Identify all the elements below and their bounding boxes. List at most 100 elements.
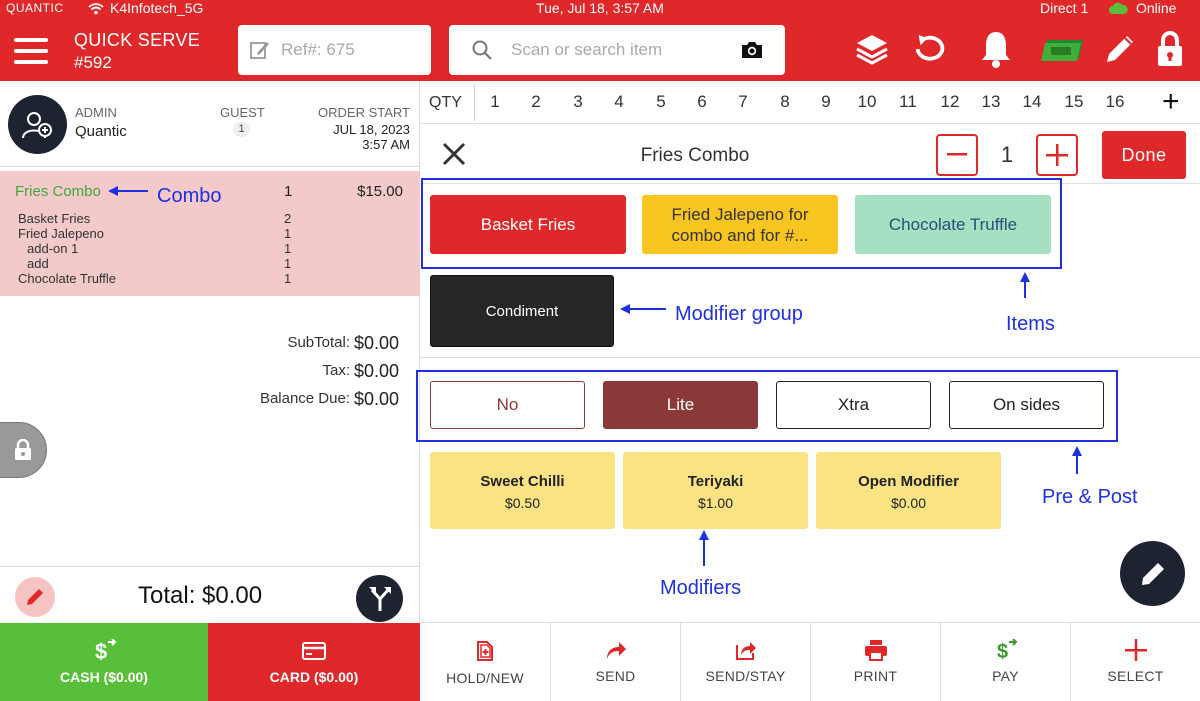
- pre-lite-button[interactable]: Lite: [603, 381, 758, 429]
- qty-option[interactable]: 10: [855, 92, 879, 112]
- subitem-qty: 1: [284, 271, 292, 286]
- split-button[interactable]: [356, 575, 403, 622]
- divider: [474, 85, 475, 121]
- subitem-qty: 2: [284, 211, 292, 226]
- cash-drawer-icon[interactable]: [1038, 28, 1088, 70]
- editor-title: Fries Combo: [640, 145, 750, 166]
- refresh-icon[interactable]: [910, 28, 950, 70]
- modifier-sweet-chilli[interactable]: Sweet Chilli $0.50: [430, 452, 615, 529]
- qty-option[interactable]: 5: [649, 92, 673, 112]
- guest-label: GUEST: [220, 105, 265, 120]
- add-user-button[interactable]: [8, 95, 67, 154]
- minus-icon: [947, 153, 967, 156]
- print-button[interactable]: PRINT: [810, 623, 940, 701]
- divider: [0, 566, 420, 567]
- close-icon[interactable]: [440, 140, 468, 168]
- menu-icon[interactable]: [14, 38, 48, 64]
- search-input[interactable]: [511, 40, 731, 60]
- order-start-time: 3:57 AM: [362, 137, 410, 152]
- modifier-price: $1.00: [697, 495, 734, 511]
- qty-option[interactable]: 12: [938, 92, 962, 112]
- pencil-icon[interactable]: [1100, 28, 1140, 70]
- select-button[interactable]: SELECT: [1070, 623, 1200, 701]
- qty-option[interactable]: 1: [483, 92, 507, 112]
- modifier-teriyaki[interactable]: Teriyaki $1.00: [623, 452, 808, 529]
- qty-option[interactable]: 7: [731, 92, 755, 112]
- subitem-qty: 1: [284, 226, 292, 241]
- increase-button[interactable]: [1036, 134, 1078, 176]
- qty-more-button[interactable]: +: [1162, 87, 1180, 117]
- hold-new-button[interactable]: HOLD/NEW: [420, 623, 550, 701]
- qty-option[interactable]: 15: [1062, 92, 1086, 112]
- add-user-icon: [21, 111, 52, 138]
- annotation-items: Items: [1006, 313, 1055, 335]
- edit-fab-button[interactable]: [1120, 541, 1185, 606]
- guest-count[interactable]: 1: [233, 122, 250, 137]
- tax-label: Tax:: [322, 362, 350, 379]
- lock-tab[interactable]: [0, 422, 47, 478]
- subitem-name: add: [27, 256, 49, 271]
- search-field[interactable]: [449, 25, 785, 75]
- top-bar: QUANTIC K4Infotech_5G Tue, Jul 18, 3:57 …: [0, 0, 1200, 81]
- edit-order-button[interactable]: [15, 577, 55, 617]
- card-icon: [302, 642, 326, 660]
- ref-input[interactable]: [281, 40, 421, 60]
- pay-label: PAY: [992, 668, 1019, 684]
- send-button[interactable]: SEND: [550, 623, 680, 701]
- qty-option[interactable]: 8: [773, 92, 797, 112]
- camera-icon[interactable]: [739, 39, 765, 61]
- svg-text:$: $: [95, 639, 107, 663]
- cash-label: CASH ($0.00): [60, 669, 148, 685]
- combo-item-chocolate-truffle[interactable]: Chocolate Truffle: [855, 195, 1051, 254]
- order-panel: ADMIN Quantic GUEST 1 ORDER START JUL 18…: [0, 81, 420, 701]
- card-button[interactable]: CARD ($0.00): [208, 623, 420, 701]
- done-button[interactable]: Done: [1102, 131, 1186, 179]
- print-label: PRINT: [853, 668, 898, 684]
- pay-button[interactable]: $ PAY: [940, 623, 1070, 701]
- qty-option[interactable]: 16: [1103, 92, 1127, 112]
- order-number: #592: [74, 53, 112, 72]
- combo-item-basket-fries[interactable]: Basket Fries: [430, 195, 626, 254]
- modifier-price: $0.50: [504, 495, 541, 511]
- layers-icon[interactable]: [852, 28, 892, 70]
- pre-no-button[interactable]: No: [430, 381, 585, 429]
- user-role: ADMIN: [75, 105, 117, 120]
- qty-option[interactable]: 9: [814, 92, 838, 112]
- decrease-button[interactable]: [936, 134, 978, 176]
- qty-option[interactable]: 3: [566, 92, 590, 112]
- pre-on-sides-button[interactable]: On sides: [949, 381, 1104, 429]
- subitem-qty: 1: [284, 256, 292, 271]
- bell-icon[interactable]: [976, 28, 1016, 70]
- send-stay-label: SEND/STAY: [705, 668, 786, 684]
- divider: [0, 166, 420, 167]
- qty-option[interactable]: 4: [607, 92, 631, 112]
- send-stay-icon: [735, 642, 756, 660]
- ref-field[interactable]: [238, 25, 431, 75]
- modifier-open-modifier[interactable]: Open Modifier $0.00: [816, 452, 1001, 529]
- card-label: CARD ($0.00): [269, 669, 359, 685]
- select-plus-icon: [1124, 639, 1147, 661]
- qty-option[interactable]: 13: [979, 92, 1003, 112]
- pencil-icon: [1141, 562, 1164, 585]
- send-stay-button[interactable]: SEND/STAY: [680, 623, 810, 701]
- split-icon: [368, 586, 391, 611]
- annotation-combo: Combo: [157, 185, 222, 207]
- modifier-name: Sweet Chilli: [480, 473, 565, 490]
- cash-button[interactable]: $ CASH ($0.00): [0, 623, 208, 701]
- combo-item-fried-jalepeno[interactable]: Fried Jalepeno for combo and for #...: [642, 195, 838, 254]
- modifier-group-condiment[interactable]: Condiment: [430, 275, 614, 347]
- mode-title: QUICK SERVE: [74, 30, 201, 50]
- qty-option[interactable]: 14: [1020, 92, 1044, 112]
- qty-option[interactable]: 6: [690, 92, 714, 112]
- modifier-name: Open Modifier: [858, 473, 959, 490]
- qty-option[interactable]: 11: [896, 92, 920, 112]
- pre-xtra-button[interactable]: Xtra: [776, 381, 931, 429]
- quantity-bar: QTY 1 2 3 4 5 6 7 8 9 10 11 12 13 14 15 …: [420, 81, 1200, 124]
- quantity-value: 1: [1000, 142, 1014, 167]
- subitem-name: Chocolate Truffle: [18, 271, 117, 286]
- lock-icon[interactable]: [1150, 28, 1190, 70]
- qty-option[interactable]: 2: [524, 92, 548, 112]
- subtotal-label: SubTotal:: [287, 334, 350, 351]
- status-time: Tue, Jul 18, 3:57 AM: [536, 0, 664, 16]
- hold-new-icon: [477, 641, 493, 661]
